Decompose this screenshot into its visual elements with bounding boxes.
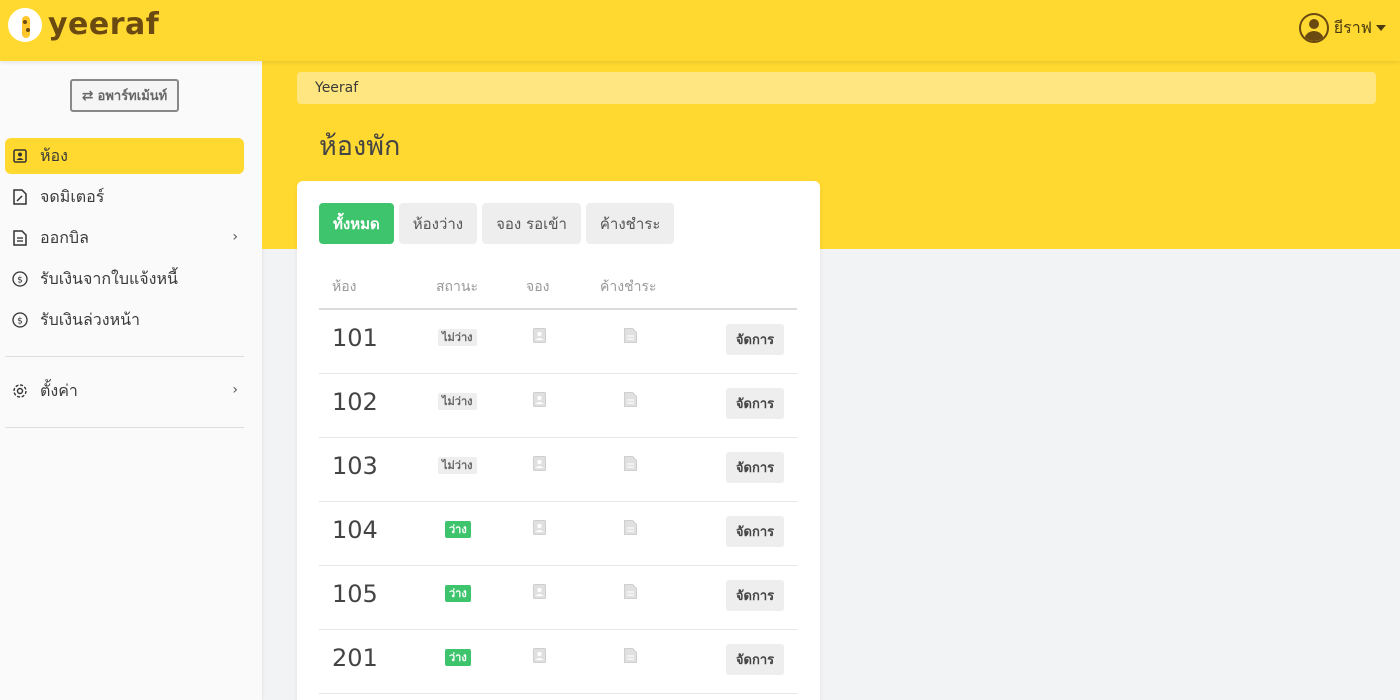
sidebar-divider (5, 356, 244, 357)
status-badge: ว่าง (445, 649, 471, 666)
tab-all[interactable]: ทั้งหมด (319, 203, 394, 244)
column-header-status: สถานะ (436, 279, 478, 295)
breadcrumb[interactable]: Yeeraf (297, 72, 1376, 104)
sidebar-item-billing[interactable]: ออกบิล › (5, 220, 244, 256)
table-row: 201 ว่าง จัดการ (319, 630, 797, 694)
sidebar-item-settings[interactable]: ตั้งค่า › (5, 373, 244, 409)
contact-card-icon[interactable] (533, 520, 546, 535)
apartment-button-label: อพาร์ทเม้นท์ (97, 89, 168, 104)
giraffe-logo-icon (8, 8, 42, 42)
user-menu[interactable]: ยีราฟ (1298, 13, 1386, 43)
sidebar-item-label: ออกบิล (40, 227, 89, 247)
table-row: 105 ว่าง จัดการ (319, 566, 797, 630)
logo[interactable]: yeeraf (8, 8, 159, 42)
sidebar-item-label: ห้อง (40, 145, 68, 165)
column-header-booking: จอง (526, 279, 550, 295)
sidebar-item-rooms[interactable]: ห้อง (5, 138, 244, 174)
manage-button[interactable]: จัดการ (726, 388, 784, 419)
swap-arrows-icon: ⇄ (81, 87, 94, 104)
rooms-card: ทั้งหมด ห้องว่าง จอง รอเข้า ค้างชำระ ห้อ… (297, 181, 820, 700)
document-icon[interactable] (624, 584, 637, 599)
chevron-right-icon: › (232, 229, 238, 245)
edit-document-icon (12, 189, 28, 205)
table-row: 102 ไม่ว่าง จัดการ (319, 374, 797, 438)
contact-card-icon[interactable] (533, 456, 546, 471)
sidebar-item-label: รับเงินล่วงหน้า (40, 309, 141, 329)
room-number: 101 (332, 324, 378, 352)
manage-button[interactable]: จัดการ (726, 580, 784, 611)
manage-button[interactable]: จัดการ (726, 644, 784, 675)
tab-overdue[interactable]: ค้างชำระ (585, 203, 675, 244)
document-icon[interactable] (624, 456, 637, 471)
tab-booked[interactable]: จอง รอเข้า (482, 203, 581, 244)
document-icon[interactable] (624, 648, 637, 663)
table-row: 104 ว่าง จัดการ (319, 502, 797, 566)
room-number: 105 (332, 580, 378, 608)
chevron-right-icon: › (232, 382, 238, 398)
contact-card-icon[interactable] (533, 584, 546, 599)
sidebar-item-invoice-payment[interactable]: $ รับเงินจากใบแจ้งหนี้ (5, 261, 244, 297)
status-badge: ไม่ว่าง (438, 457, 477, 474)
document-icon[interactable] (624, 328, 637, 343)
manage-button[interactable]: จัดการ (726, 324, 784, 355)
status-badge: ว่าง (445, 585, 471, 602)
room-number: 201 (332, 644, 378, 672)
sidebar-item-label: รับเงินจากใบแจ้งหนี้ (40, 268, 178, 288)
sidebar-item-advance-payment[interactable]: $ รับเงินล่วงหน้า (5, 302, 244, 338)
user-avatar-icon (1298, 13, 1329, 43)
contact-card-icon[interactable] (533, 648, 546, 663)
room-number: 104 (332, 516, 378, 544)
contact-card-icon[interactable] (533, 392, 546, 407)
top-navbar: yeeraf ยีราฟ (0, 0, 1400, 61)
table-row: 101 ไม่ว่าง จัดการ (319, 310, 797, 374)
gear-icon (12, 383, 28, 399)
svg-text:$: $ (17, 276, 23, 286)
caret-down-icon (1376, 25, 1386, 31)
sidebar-divider (5, 427, 244, 428)
contact-card-icon[interactable] (533, 328, 546, 343)
room-number: 102 (332, 388, 378, 416)
rooms-table: ห้อง สถานะ จอง ค้างชำระ 101 ไม่ว่าง จัดก… (319, 261, 797, 694)
sidebar-item-label: ตั้งค่า (40, 380, 78, 400)
apartment-switch-button[interactable]: ⇄ อพาร์ทเม้นท์ (70, 79, 179, 112)
contact-card-icon (12, 148, 28, 164)
column-header-overdue: ค้างชำระ (600, 279, 657, 295)
tab-vacant[interactable]: ห้องว่าง (398, 203, 478, 244)
dollar-circle-icon: $ (12, 271, 28, 287)
table-header: ห้อง สถานะ จอง ค้างชำระ (319, 261, 797, 310)
user-name: ยีราฟ (1333, 17, 1372, 37)
status-badge: ไม่ว่าง (438, 329, 477, 346)
sidebar-menu: ห้อง จดมิเตอร์ ออกบิล › $ รับเงินจากใบแจ… (5, 138, 244, 343)
sidebar-item-label: จดมิเตอร์ (40, 186, 105, 206)
document-icon (12, 230, 28, 246)
sidebar: ⇄ อพาร์ทเม้นท์ ห้อง จดมิเตอร์ ออกบิล › $ (0, 61, 262, 700)
room-number: 103 (332, 452, 378, 480)
room-filter-tabs: ทั้งหมด ห้องว่าง จอง รอเข้า ค้างชำระ (319, 203, 679, 244)
manage-button[interactable]: จัดการ (726, 452, 784, 483)
column-header-room: ห้อง (332, 279, 357, 295)
manage-button[interactable]: จัดการ (726, 516, 784, 547)
sidebar-item-meter[interactable]: จดมิเตอร์ (5, 179, 244, 215)
status-badge: ว่าง (445, 521, 471, 538)
page-title: ห้องพัก (319, 131, 401, 162)
document-icon[interactable] (624, 520, 637, 535)
status-badge: ไม่ว่าง (438, 393, 477, 410)
dollar-circle-icon: $ (12, 312, 28, 328)
svg-text:$: $ (17, 317, 23, 327)
logo-text: yeeraf (48, 7, 160, 42)
document-icon[interactable] (624, 392, 637, 407)
table-row: 103 ไม่ว่าง จัดการ (319, 438, 797, 502)
sidebar-settings-menu: ตั้งค่า › (5, 373, 244, 414)
